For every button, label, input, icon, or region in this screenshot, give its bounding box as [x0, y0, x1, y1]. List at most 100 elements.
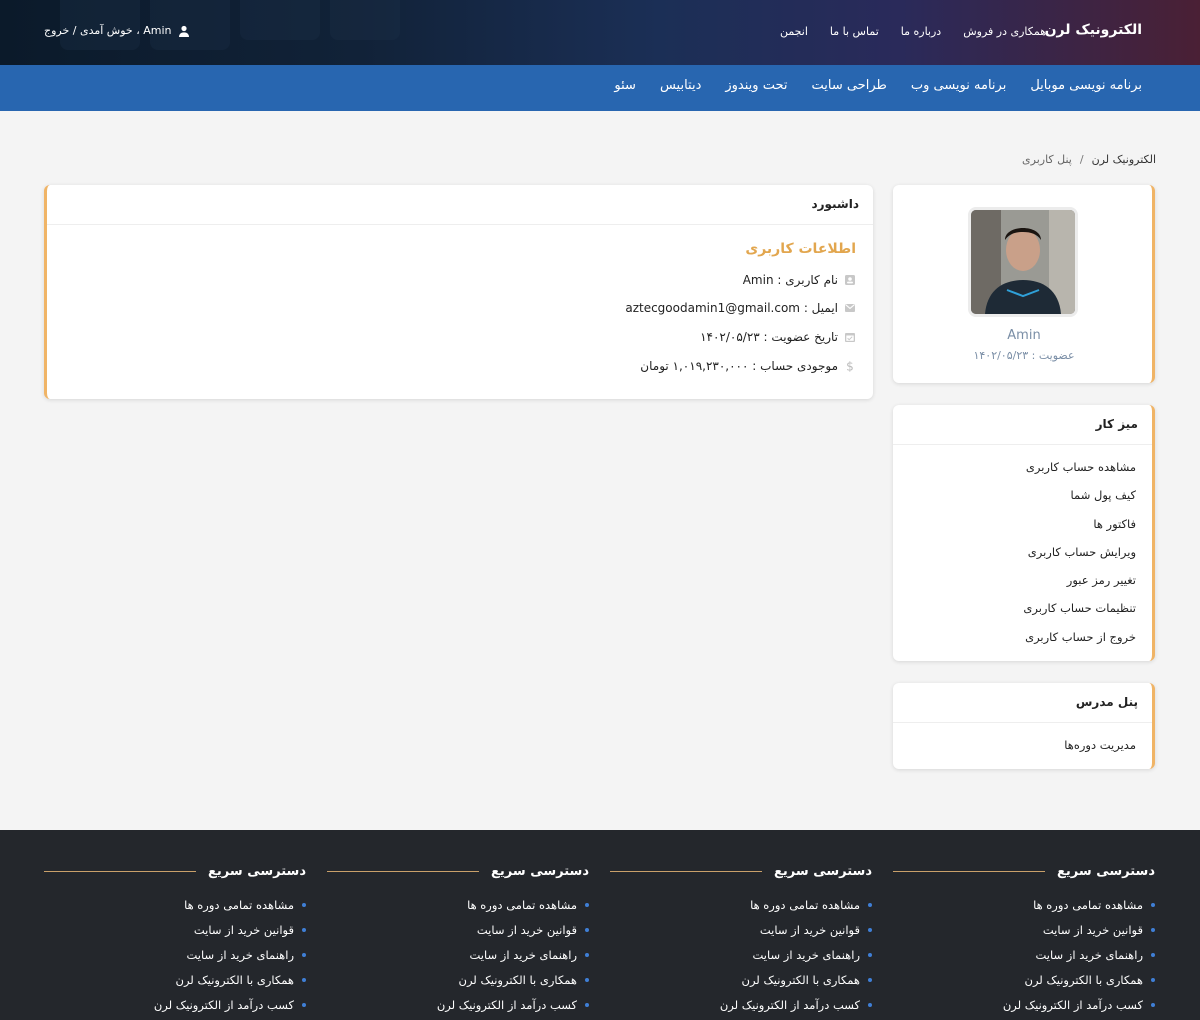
footer-link[interactable]: همکاری با الکترونیک لرن: [610, 967, 872, 992]
footer-link-label[interactable]: کسب درآمد از الکترونیک لرن: [154, 998, 294, 1012]
category-database[interactable]: دیتابیس: [660, 78, 701, 93]
footer-link[interactable]: مشاهده تمامی دوره ها: [893, 893, 1155, 918]
bullet-icon: [868, 928, 872, 933]
join-date-row: تاریخ عضویت : ۱۴۰۲/۰۵/۲۳: [700, 330, 856, 344]
footer-link[interactable]: کسب درآمد از الکترونیک لرن: [44, 992, 306, 1017]
bullet-icon: [302, 928, 306, 933]
footer-link-label[interactable]: راهنمای خرید از سایت: [187, 948, 294, 962]
dashboard-card: داشبورد اطلاعات کاربری نام کاربری : Amin…: [44, 185, 873, 399]
breadcrumb-separator: /: [1079, 153, 1084, 166]
footer-link-label[interactable]: راهنمای خرید از سایت: [470, 948, 577, 962]
nav-affiliate[interactable]: همکاری در فروش: [963, 25, 1046, 38]
footer-column-title: دسترسی سریع: [774, 864, 872, 879]
footer-link-label[interactable]: قوانین خرید از سایت: [194, 923, 294, 937]
footer-link[interactable]: کسب درآمد از الکترونیک لرن: [327, 992, 589, 1017]
footer-column: دسترسی سریع مشاهده تمامی دوره ها قوانین …: [327, 864, 589, 1017]
footer-link[interactable]: کسب درآمد از الکترونیک لرن: [610, 992, 872, 1017]
nav-contact[interactable]: تماس با ما: [830, 25, 879, 38]
bullet-icon: [585, 903, 589, 908]
category-windows[interactable]: تحت ویندوز: [725, 78, 787, 93]
footer-link[interactable]: قوانین خرید از سایت: [327, 918, 589, 943]
footer-link-label[interactable]: قوانین خرید از سایت: [760, 923, 860, 937]
site-logo[interactable]: الکترونیک لرن: [1045, 22, 1142, 38]
menu-account-settings[interactable]: تنظیمات حساب کاربری: [893, 594, 1136, 622]
envelope-icon: [845, 304, 855, 312]
footer: دسترسی سریع مشاهده تمامی دوره ها قوانین …: [0, 830, 1200, 1020]
footer-link-label[interactable]: مشاهده تمامی دوره ها: [1033, 898, 1143, 912]
footer-link[interactable]: راهنمای خرید از سایت: [327, 943, 589, 968]
bullet-icon: [868, 952, 872, 957]
menu-manage-courses[interactable]: مدیریت دوره‌ها: [893, 731, 1136, 759]
footer-link-label[interactable]: همکاری با الکترونیک لرن: [459, 973, 577, 987]
category-seo[interactable]: سئو: [614, 78, 636, 93]
bullet-icon: [1151, 903, 1155, 908]
footer-link-label[interactable]: مشاهده تمامی دوره ها: [184, 898, 294, 912]
footer-column-title: دسترسی سریع: [491, 864, 589, 879]
dashboard-title: داشبورد: [47, 185, 873, 225]
welcome-area: Amin ، خوش آمدی / خروج: [44, 24, 190, 37]
footer-link-label[interactable]: کسب درآمد از الکترونیک لرن: [437, 998, 577, 1012]
footer-link[interactable]: قوانین خرید از سایت: [44, 918, 306, 943]
profile-name: Amin: [1007, 328, 1041, 343]
footer-link[interactable]: قوانین خرید از سایت: [610, 918, 872, 943]
bullet-icon: [302, 1002, 306, 1007]
footer-link[interactable]: مشاهده تمامی دوره ها: [44, 893, 306, 918]
footer-link-label[interactable]: همکاری با الکترونیک لرن: [176, 973, 294, 987]
footer-divider: [893, 871, 1046, 872]
footer-link-label[interactable]: قوانین خرید از سایت: [477, 923, 577, 937]
bullet-icon: [302, 977, 306, 982]
bullet-icon: [302, 952, 306, 957]
footer-link-label[interactable]: همکاری با الکترونیک لرن: [1025, 973, 1143, 987]
username-row: نام کاربری : Amin: [743, 273, 856, 287]
footer-link[interactable]: راهنمای خرید از سایت: [44, 943, 306, 968]
menu-edit-account[interactable]: ویرایش حساب کاربری: [893, 538, 1136, 566]
footer-link-label[interactable]: کسب درآمد از الکترونیک لرن: [720, 998, 860, 1012]
menu-view-account[interactable]: مشاهده حساب کاربری: [893, 453, 1136, 481]
svg-text:$: $: [846, 360, 854, 372]
avatar: [968, 207, 1078, 317]
footer-link[interactable]: همکاری با الکترونیک لرن: [893, 967, 1155, 992]
teacher-panel-card: پنل مدرس مدیریت دوره‌ها: [893, 683, 1155, 769]
footer-link[interactable]: همکاری با الکترونیک لرن: [327, 967, 589, 992]
footer-link-label[interactable]: راهنمای خرید از سایت: [753, 948, 860, 962]
footer-link-label[interactable]: کسب درآمد از الکترونیک لرن: [1003, 998, 1143, 1012]
footer-link[interactable]: مشاهده تمامی دوره ها: [327, 893, 589, 918]
menu-wallet[interactable]: کیف پول شما: [893, 481, 1136, 509]
category-bar: برنامه نویسی موبایل برنامه نویسی وب طراح…: [0, 65, 1200, 111]
footer-link[interactable]: همکاری با الکترونیک لرن: [44, 967, 306, 992]
footer-link[interactable]: راهنمای خرید از سایت: [610, 943, 872, 968]
bullet-icon: [585, 977, 589, 982]
footer-column-title: دسترسی سریع: [208, 864, 306, 879]
menu-logout[interactable]: خروج از حساب کاربری: [893, 623, 1136, 651]
id-card-icon: [845, 275, 855, 285]
user-info-heading: اطلاعات کاربری: [745, 241, 856, 257]
footer-link[interactable]: راهنمای خرید از سایت: [893, 943, 1155, 968]
teacher-panel-title: پنل مدرس: [893, 683, 1152, 723]
footer-link-label[interactable]: همکاری با الکترونیک لرن: [742, 973, 860, 987]
footer-link-label[interactable]: مشاهده تمامی دوره ها: [467, 898, 577, 912]
footer-link-label[interactable]: راهنمای خرید از سایت: [1036, 948, 1143, 962]
nav-forum[interactable]: انجمن: [780, 25, 808, 38]
nav-about[interactable]: درباره ما: [901, 25, 941, 38]
user-icon: [178, 25, 189, 37]
bullet-icon: [1151, 977, 1155, 982]
breadcrumb-home[interactable]: الکترونیک لرن: [1092, 153, 1156, 166]
menu-change-password[interactable]: تغییر رمز عبور: [893, 566, 1136, 594]
category-site-design[interactable]: طراحی سایت: [811, 78, 886, 93]
bullet-icon: [868, 977, 872, 982]
category-web[interactable]: برنامه نویسی وب: [911, 78, 1006, 93]
footer-link[interactable]: کسب درآمد از الکترونیک لرن: [893, 992, 1155, 1017]
footer-link-label[interactable]: قوانین خرید از سایت: [1043, 923, 1143, 937]
footer-link[interactable]: مشاهده تمامی دوره ها: [610, 893, 872, 918]
welcome-logout-link[interactable]: Amin ، خوش آمدی / خروج: [44, 24, 172, 37]
category-mobile[interactable]: برنامه نویسی موبایل: [1030, 78, 1142, 93]
desk-title: میز کار: [893, 405, 1152, 445]
footer-divider: [327, 871, 480, 872]
footer-link[interactable]: قوانین خرید از سایت: [893, 918, 1155, 943]
top-header: الکترونیک لرن همکاری در فروش درباره ما ت…: [0, 0, 1200, 65]
email-text: ایمیل : aztecgoodamin1@gmail.com: [625, 301, 838, 315]
balance-text: موجودی حساب : ۱,۰۱۹,۲۳۰,۰۰۰ تومان: [640, 359, 838, 373]
footer-link-label[interactable]: مشاهده تمامی دوره ها: [750, 898, 860, 912]
footer-column: دسترسی سریع مشاهده تمامی دوره ها قوانین …: [893, 864, 1155, 1017]
menu-invoices[interactable]: فاکتور ها: [893, 510, 1136, 538]
